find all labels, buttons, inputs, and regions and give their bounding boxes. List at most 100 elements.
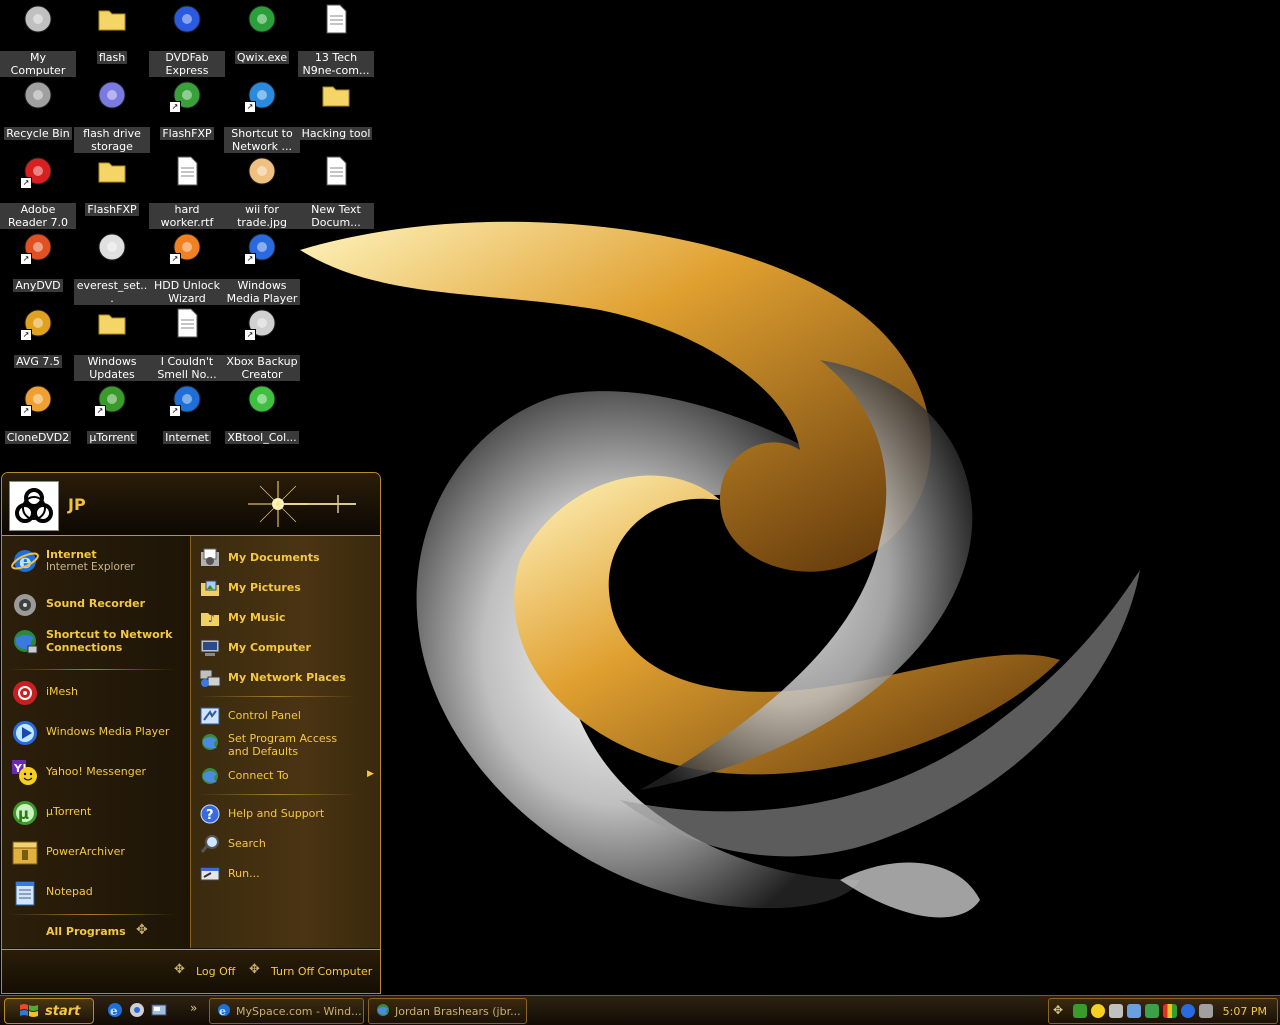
messenger-window-icon [377,1004,389,1016]
search-command[interactable]: Search [199,832,379,856]
internet-explorer-icon[interactable]: e [106,1001,124,1019]
buddy-tray-icon[interactable] [1145,1004,1159,1018]
log-off-icon: ✥ [174,962,185,977]
separator [8,669,176,670]
yahoo-tray-icon[interactable] [1091,1004,1105,1018]
power-icon: ✥ [249,962,260,977]
desktop-icon[interactable]: I Couldn't Smell No... [149,306,225,381]
my-computer-icon [199,637,221,659]
desktop-icon[interactable]: ↗ µTorrent [74,382,150,444]
desktop-icon[interactable]: ↗ FlashFXP [149,78,225,140]
help-and-support[interactable]: ? Help and Support [199,802,379,826]
utorrent-tray-icon[interactable] [1073,1004,1087,1018]
turn-off-button[interactable]: ✥ Turn Off Computer [249,962,375,982]
windows-logo-icon [20,1004,38,1017]
desktop-icon[interactable]: My Computer [0,2,76,77]
network-tray-icon[interactable] [1109,1004,1123,1018]
help-tray-icon[interactable] [1181,1004,1195,1018]
svg-text:♪: ♪ [208,612,215,625]
desktop-icon[interactable]: 13 Tech N9ne-com... [298,2,374,77]
recent-yahoo-messenger[interactable]: Y! Yahoo! Messenger [8,756,186,786]
start-menu: JP e Internet Internet Explorer Sound Re… [1,472,381,994]
sparkle-sword-icon [248,481,356,527]
user-avatar[interactable] [9,481,59,531]
everest-setup-icon [95,230,129,264]
network-connections-icon: ↗ [244,78,279,113]
recent-utorrent[interactable]: µ µTorrent [8,796,186,826]
recent-powerarchiver[interactable]: PowerArchiver [8,836,186,866]
svg-text:e: e [110,1004,118,1018]
task-myspace[interactable]: e MySpace.com - Wind... [209,998,364,1024]
place-my-pictures[interactable]: My Pictures [199,576,379,600]
pinned-sound-recorder[interactable]: Sound Recorder [8,588,186,618]
place-my-computer[interactable]: My Computer [199,636,379,660]
folder-icon [95,2,129,36]
place-my-music[interactable]: ♪ My Music [199,606,379,630]
desktop-icon[interactable]: ↗ Shortcut to Network ... [224,78,300,153]
desktop-icon[interactable]: ↗ Internet [149,382,225,444]
desktop-icon[interactable]: ↗ AVG 7.5 [0,306,76,368]
desktop-icon[interactable]: flash drive storage [74,78,150,153]
media-player-icon[interactable] [128,1001,146,1019]
desktop-icon[interactable]: Hacking tool [298,78,374,140]
desktop-icon-label: My Computer [0,51,76,77]
desktop-icon-label: Hacking tool [299,127,373,140]
desktop-icon[interactable]: ↗ AnyDVD [0,230,76,292]
mp3-file-icon [170,306,204,340]
desktop-icon[interactable]: XBtool_Col... [224,382,300,444]
text-file-icon [319,154,353,188]
rtf-file-icon [170,154,204,188]
volume-tray-icon[interactable] [1199,1004,1213,1018]
desktop-icon-label: AnyDVD [13,279,63,292]
desktop-icon[interactable]: ↗ HDD Unlock Wizard [149,230,225,305]
run-command[interactable]: Run... [199,862,379,886]
desktop-icon[interactable]: wii for trade.jpg [224,154,300,229]
desktop-icon[interactable]: ↗ Adobe Reader 7.0 [0,154,76,229]
utorrent-icon: µ [10,798,40,828]
desktop-icon-label: flash [96,51,128,64]
desktop-icon[interactable]: everest_set... [74,230,150,305]
task-jordan-brashears[interactable]: Jordan Brashears (jbr... [368,998,527,1024]
desktop-icon[interactable]: FlashFXP [74,154,150,216]
desktop-icon[interactable]: ↗ CloneDVD2 [0,382,76,444]
place-my-documents[interactable]: My Documents [199,546,379,570]
setting-connect-to[interactable]: Connect To ▶ [199,764,379,788]
pinned-internet[interactable]: e Internet Internet Explorer [8,544,186,580]
desktop-icon[interactable]: flash [74,2,150,64]
clock[interactable]: 5:07 PM [1223,1005,1267,1018]
desktop-icon[interactable]: ↗ Xbox Backup Creator [224,306,300,381]
desktop-icon[interactable]: New Text Docum... [298,154,374,229]
show-desktop-icon[interactable] [150,1001,168,1019]
desktop-icon[interactable]: ↗ Windows Media Player [224,230,300,305]
connect-to-icon [199,765,221,787]
avg-tray-icon[interactable] [1163,1004,1177,1018]
recent-notepad[interactable]: Notepad [8,876,186,906]
desktop-icon-label: HDD Unlock Wizard [149,279,225,305]
tray-expand-icon[interactable]: ✥ [1053,1003,1063,1017]
recent-windows-media-player[interactable]: Windows Media Player [8,716,186,746]
desktop-icon[interactable]: Recycle Bin [0,78,76,140]
anydvd-icon: ↗ [20,230,55,265]
recent-imesh[interactable]: iMesh [8,676,186,706]
desktop-icon-label: Windows Media Player [224,279,300,305]
internet-explorer-icon: ↗ [169,382,204,417]
desktop-icon[interactable]: Qwix.exe [224,2,300,64]
all-programs-button[interactable]: All Programs ✥ [46,922,166,941]
log-off-button[interactable]: ✥ Log Off [174,962,240,982]
setting-program-access[interactable]: Set Program Access and Defaults [199,729,379,759]
svg-text:µ: µ [18,805,29,823]
desktop-icon[interactable]: Windows Updates [74,306,150,381]
recycle-bin-icon [21,78,55,112]
start-button[interactable]: start [4,998,94,1024]
xbtool-icon [245,382,279,416]
setting-control-panel[interactable]: Control Panel [199,704,379,728]
desktop-icon-label: wii for trade.jpg [224,203,300,229]
desktop-icon[interactable]: DVDFab Express [149,2,225,77]
place-my-network-places[interactable]: My Network Places [199,666,379,690]
pinned-network-connections[interactable]: Shortcut to Network Connections [8,624,186,660]
messenger-tray-icon[interactable] [1127,1004,1141,1018]
desktop-icon[interactable]: hard worker.rtf [149,154,225,229]
folder-icon [319,78,353,112]
quick-launch-more-icon[interactable]: » [190,1001,197,1015]
internet-explorer-icon: e [218,1004,230,1018]
